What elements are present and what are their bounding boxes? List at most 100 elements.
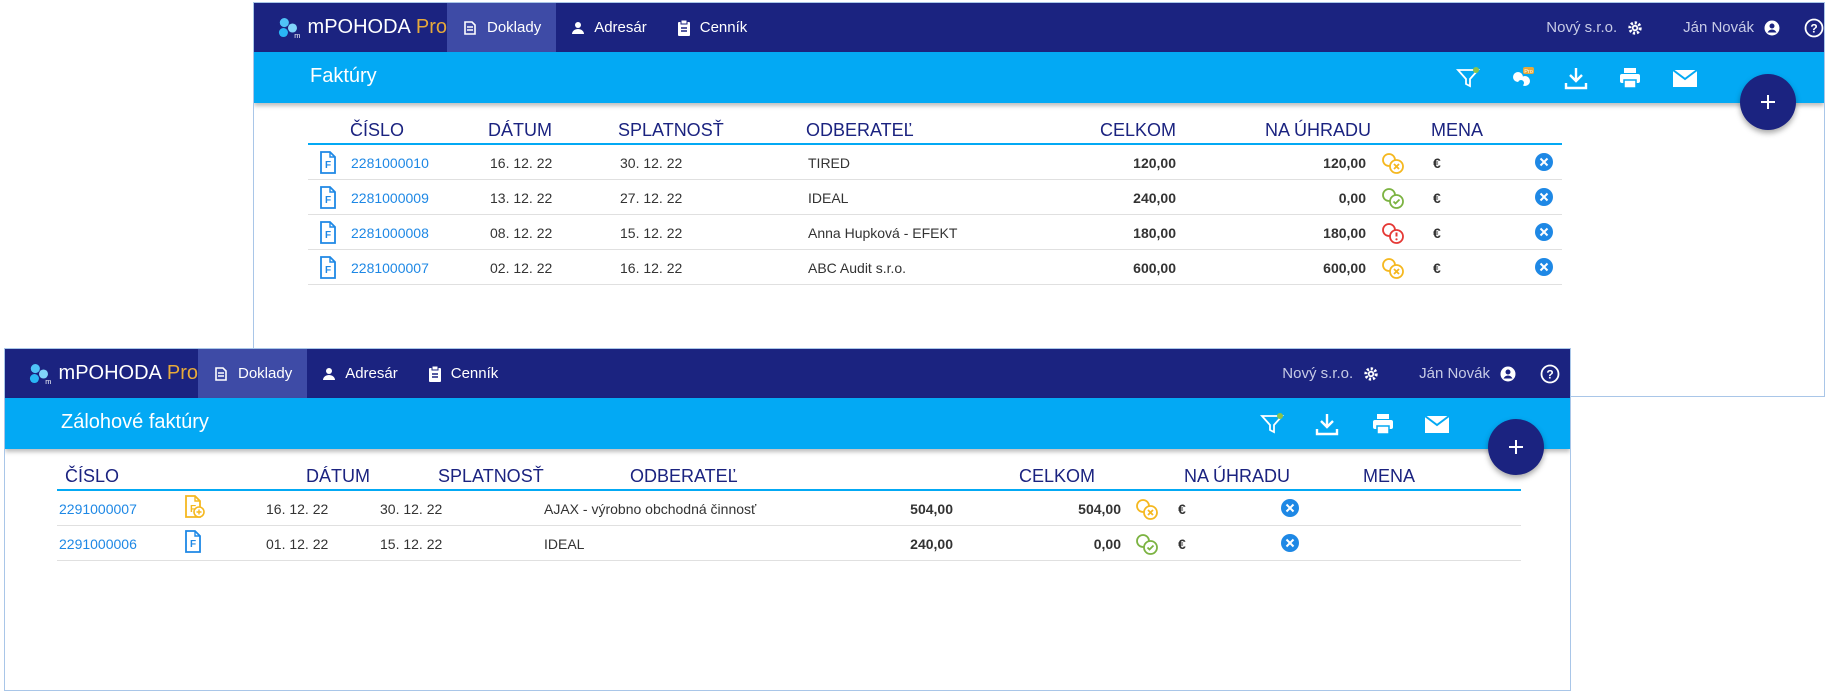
advance-invoice-pending-icon[interactable]: F [183,495,205,524]
total-amount: 240,00 [1133,190,1176,206]
nav-item-label: Adresár [345,365,398,382]
nav-item-label: Cenník [450,365,499,382]
print-button[interactable] [1371,412,1395,441]
invoice-number-link[interactable]: 2281000010 [351,155,429,171]
help-button[interactable]: ? [1540,364,1560,384]
table-row[interactable]: F 2281000009 13. 12. 22 27. 12. 22 IDEAL 240,… [308,180,1562,215]
total-amount: 600,00 [1133,260,1176,276]
filter-button[interactable] [1259,412,1285,441]
delete-row-button[interactable] [1280,498,1300,523]
column-header-due[interactable]: SPLATNOSŤ [618,120,724,141]
help-button[interactable]: ? [1804,18,1824,38]
payment-status-partial-icon[interactable] [1135,497,1159,526]
svg-text:F: F [325,230,331,241]
svg-text:?: ? [1810,21,1817,35]
table-row[interactable]: 2291000006 F 01. 12. 22 15. 12. 22 IDEAL 240,… [57,526,1521,561]
nav-item-doklady[interactable]: Doklady [447,3,557,52]
column-header-date[interactable]: DÁTUM [488,120,552,141]
delete-row-button[interactable] [1534,152,1554,177]
email-button[interactable] [1672,66,1698,95]
table-row[interactable]: F 2281000010 16. 12. 22 30. 12. 22 TIRED 120,… [308,145,1562,180]
amount-to-pay: 0,00 [1338,190,1366,206]
invoice-document-icon[interactable]: F [318,151,340,180]
payment-status-partial-icon[interactable] [1381,256,1405,285]
svg-text:m: m [294,30,300,39]
company-name: Nový s.r.o. [1546,19,1618,36]
column-header-customer[interactable]: ODBERATEĽ [806,120,914,141]
delete-row-button[interactable] [1534,187,1554,212]
filter-icon [1259,413,1285,434]
column-header-date[interactable]: DÁTUM [306,466,370,487]
user-name: Ján Novák [1683,19,1754,36]
payment-status-paid-icon[interactable] [1381,186,1405,215]
nav-item-cennik[interactable]: Cenník [413,349,514,398]
invoice-number-link[interactable]: 2281000009 [351,190,429,206]
company-selector[interactable]: Nový s.r.o. [1546,19,1643,36]
invoices-table: ČÍSLO DÁTUM SPLATNOSŤ ODBERATEĽ CELKOM N… [308,103,1562,285]
pro-sync-button[interactable]: Pro [1510,66,1536,95]
table-row[interactable]: F 2281000007 02. 12. 22 16. 12. 22 ABC Audit… [308,250,1562,285]
nav-item-adresar[interactable]: Adresár [556,3,662,52]
nav-item-doklady[interactable]: Doklady [198,349,308,398]
column-header-total[interactable]: CELKOM [987,466,1095,487]
person-icon [572,21,585,34]
payment-status-paid-icon[interactable] [1135,532,1159,561]
customer-name: AJAX - výrobno obchodná činnosť [544,501,757,517]
invoice-document-icon[interactable]: F [318,221,340,250]
add-advance-invoice-button[interactable] [1488,419,1544,475]
invoice-document-icon[interactable]: F [183,530,205,559]
user-menu[interactable]: Ján Novák [1419,365,1516,382]
app-logo[interactable]: m mPOHODA Pro [5,349,198,398]
table-row[interactable]: 2291000007 F 16. 12. 22 30. 12. 22 AJAX - vý… [57,491,1521,526]
nav-item-adresar[interactable]: Adresár [307,349,413,398]
download-button[interactable] [1564,66,1588,95]
invoice-number-link[interactable]: 2291000007 [59,501,137,517]
invoice-document-icon[interactable]: F [318,256,340,285]
currency: € [1178,501,1186,517]
column-header-number[interactable]: ČÍSLO [65,466,119,487]
issue-date: 02. 12. 22 [490,260,553,276]
app-logo[interactable]: m mPOHODA Pro [254,3,447,52]
due-date: 15. 12. 22 [380,536,443,552]
print-icon [1620,68,1640,89]
column-header-to-pay[interactable]: NA ÚHRADU [1265,120,1371,141]
issue-date: 16. 12. 22 [490,155,553,171]
page-header-bar: Faktúry Pro [254,52,1824,103]
payment-status-partial-icon[interactable] [1381,151,1405,180]
brand-name: mPOHODA [58,362,162,384]
add-invoice-button[interactable] [1740,74,1796,130]
invoice-number-link[interactable]: 2291000006 [59,536,137,552]
table-row[interactable]: F 2281000008 08. 12. 22 15. 12. 22 Anna Hupk… [308,215,1562,250]
column-header-number[interactable]: ČÍSLO [350,120,404,141]
company-name: Nový s.r.o. [1282,365,1354,382]
delete-row-button[interactable] [1280,533,1300,558]
payment-status-overdue-icon[interactable] [1381,221,1405,250]
delete-row-button[interactable] [1534,222,1554,247]
column-header-due[interactable]: SPLATNOSŤ [438,466,544,487]
svg-text:F: F [325,195,331,206]
currency: € [1433,155,1441,171]
invoice-number-link[interactable]: 2281000008 [351,225,429,241]
amount-to-pay: 600,00 [1323,260,1366,276]
nav-item-cennik[interactable]: Cenník [662,3,763,52]
email-button[interactable] [1424,412,1450,441]
print-button[interactable] [1618,66,1642,95]
top-navbar: m mPOHODA Pro Doklady Adresár Cenník Nov… [254,3,1824,52]
column-header-total[interactable]: CELKOM [1068,120,1176,141]
user-menu[interactable]: Ján Novák [1683,19,1780,36]
mail-icon [1672,69,1698,87]
invoice-number-link[interactable]: 2281000007 [351,260,429,276]
print-icon [1373,414,1393,435]
help-icon: ? [1540,364,1560,383]
column-header-to-pay[interactable]: NA ÚHRADU [1184,466,1290,487]
delete-row-button[interactable] [1534,257,1554,282]
filter-button[interactable] [1455,66,1481,95]
brand-name: mPOHODA [307,16,411,38]
company-selector[interactable]: Nový s.r.o. [1282,365,1379,382]
column-header-currency[interactable]: MENA [1431,120,1483,141]
download-button[interactable] [1315,412,1339,441]
column-header-currency[interactable]: MENA [1363,466,1415,487]
invoice-document-icon[interactable]: F [318,186,340,215]
nav-item-label: Adresár [594,19,647,36]
column-header-customer[interactable]: ODBERATEĽ [630,466,738,487]
